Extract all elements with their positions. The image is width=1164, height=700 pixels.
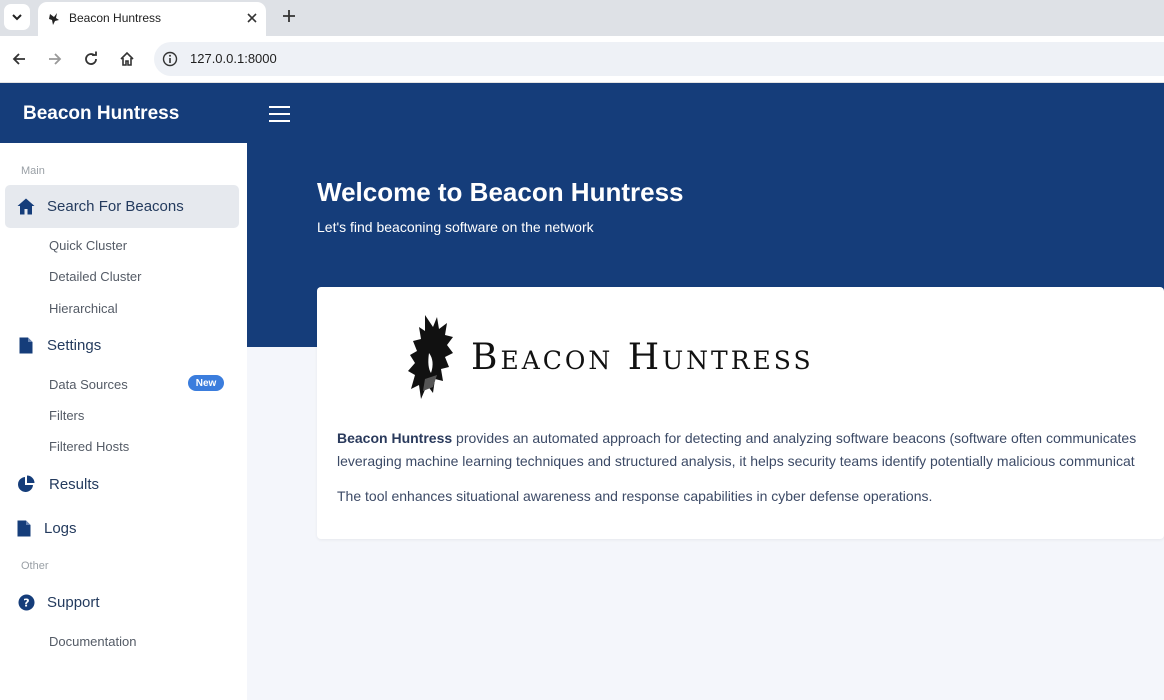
- new-badge: New: [188, 375, 224, 391]
- description-line-1-rest: provides an automated approach for detec…: [452, 430, 1137, 446]
- sidebar-item-detailed-cluster[interactable]: Detailed Cluster: [49, 269, 142, 284]
- address-bar[interactable]: 127.0.0.1:8000: [154, 42, 1164, 76]
- arrow-left-icon: [12, 53, 25, 65]
- brand-text: Beacon Huntress: [23, 103, 180, 124]
- sidebar-item-filters[interactable]: Filters: [49, 408, 84, 423]
- description-strong: Beacon Huntress: [337, 430, 453, 446]
- reload-icon: [85, 51, 97, 65]
- browser-tabstrip: Beacon Huntress: [0, 0, 1164, 36]
- file-icon: [15, 519, 33, 537]
- sidebar-item-label: Search For Beacons: [47, 198, 184, 215]
- forward-button[interactable]: [44, 48, 66, 70]
- sidebar-item-filtered-hosts[interactable]: Filtered Hosts: [49, 439, 129, 454]
- plus-icon: [283, 10, 295, 22]
- huntress-logo-icon: [408, 315, 453, 399]
- close-tab-button[interactable]: [244, 10, 260, 26]
- section-label-other: Other: [21, 560, 49, 572]
- sidebar-item-settings[interactable]: Settings: [5, 324, 239, 367]
- description-paragraph: Beacon Huntress provides an automated ap…: [337, 427, 1164, 473]
- description-paragraph-2: The tool enhances situational awareness …: [337, 488, 933, 504]
- arrow-right-icon: [49, 53, 62, 65]
- url-text: 127.0.0.1:8000: [190, 51, 277, 66]
- file-icon: [17, 336, 35, 354]
- sidebar-item-label: Support: [47, 594, 100, 611]
- home-button[interactable]: [116, 48, 138, 70]
- pie-chart-icon: [17, 475, 35, 493]
- sidebar-brand[interactable]: Beacon Huntress: [0, 83, 247, 143]
- sidebar-item-quick-cluster[interactable]: Quick Cluster: [49, 238, 127, 253]
- info-icon[interactable]: [162, 51, 178, 67]
- home-outline-icon: [120, 51, 134, 66]
- hamburger-menu-icon[interactable]: [269, 106, 291, 126]
- description-line-2: leveraging machine learning techniques a…: [337, 453, 1135, 469]
- sidebar-item-label: Results: [49, 476, 100, 493]
- sidebar-item-data-sources[interactable]: Data Sources: [49, 377, 128, 392]
- logo-wordmark: Beacon Huntress: [471, 337, 814, 378]
- tab-title: Beacon Huntress: [69, 11, 162, 25]
- hero-subtitle: Let's find beaconing software on the net…: [317, 219, 594, 235]
- sidebar-item-support[interactable]: ? Support: [5, 581, 239, 624]
- section-label-main: Main: [21, 165, 45, 177]
- sidebar-item-results[interactable]: Results: [5, 463, 239, 506]
- browser-toolbar: 127.0.0.1:8000: [0, 36, 1164, 83]
- sidebar-item-hierarchical[interactable]: Hierarchical: [49, 301, 118, 316]
- sidebar-item-documentation[interactable]: Documentation: [49, 634, 136, 649]
- sidebar-item-label: Settings: [47, 337, 102, 354]
- chevron-down-icon: [12, 14, 22, 21]
- reload-button[interactable]: [80, 48, 102, 70]
- svg-text:?: ?: [23, 596, 29, 609]
- intro-card: Beacon Huntress Beacon Huntress provides…: [317, 287, 1164, 539]
- browser-tab[interactable]: Beacon Huntress: [38, 2, 266, 36]
- huntress-favicon-icon: [49, 13, 59, 25]
- close-icon: [247, 13, 257, 23]
- question-circle-icon: ?: [17, 593, 35, 611]
- sidebar-item-search-for-beacons[interactable]: Search For Beacons: [5, 185, 239, 228]
- sidebar-item-label: Logs: [44, 520, 77, 537]
- tab-search-button[interactable]: [4, 4, 30, 30]
- new-tab-button[interactable]: [280, 7, 298, 25]
- sidebar: Beacon Huntress Main Search For Beacons …: [0, 83, 247, 700]
- hero-title: Welcome to Beacon Huntress: [317, 177, 684, 207]
- description-line-1: Beacon Huntress provides an automated ap…: [337, 427, 1164, 450]
- home-icon: [17, 197, 35, 215]
- sidebar-item-logs[interactable]: Logs: [5, 507, 239, 550]
- back-button[interactable]: [8, 48, 30, 70]
